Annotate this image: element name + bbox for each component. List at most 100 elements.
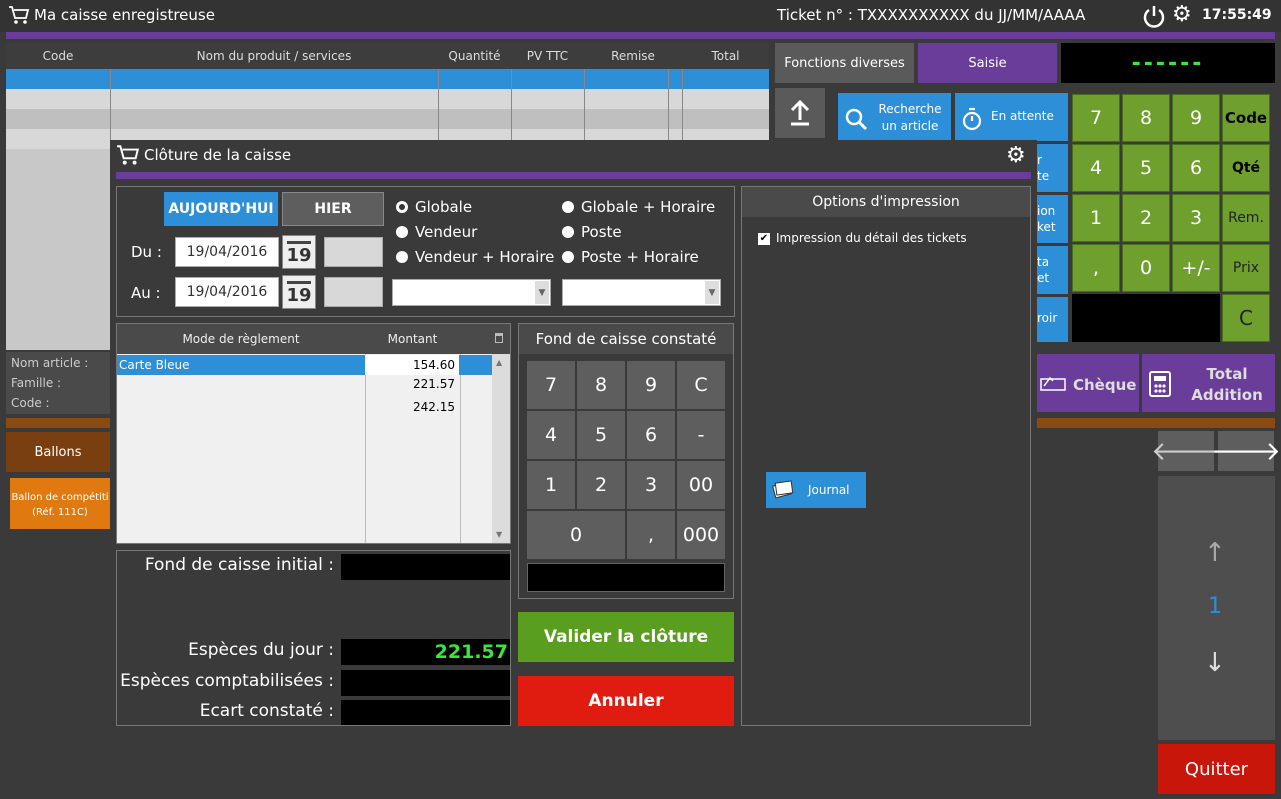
side-button-1[interactable]: r te [1037,144,1068,192]
au-date-input[interactable]: 19/04/2016 [175,277,279,307]
scroll-up-icon[interactable]: ▲ [496,358,502,367]
radio-vendeur[interactable]: Vendeur [396,223,477,241]
fkey-5[interactable]: 5 [577,411,625,459]
product-tile[interactable]: Ballon de compétiti (Réf. 111C) [10,478,110,529]
quit-button[interactable]: Quitter [1158,744,1275,794]
key-4[interactable]: 4 [1072,144,1120,192]
app-title: Ma caisse enregistreuse [34,6,215,24]
cheque-button[interactable]: Chèque [1037,354,1139,412]
fkey-00[interactable]: 00 [677,461,725,509]
tab-saisie[interactable]: Saisie [918,43,1057,83]
fkey-0[interactable]: 0 [527,511,625,559]
cloture-dialog: Clôture de la caisse ⚙ AUJOURD'HUI HIER … [110,140,1037,737]
en-attente-button[interactable]: En attente [955,93,1068,141]
key-7[interactable]: 7 [1072,94,1120,142]
journal-button[interactable]: Journal [766,472,866,508]
info-nom: Nom article : [11,356,89,370]
arrow-up-icon[interactable]: ↑ [1204,538,1226,568]
key-9[interactable]: 9 [1172,94,1220,142]
power-icon[interactable] [1142,4,1166,28]
key-prix[interactable]: Prix [1222,244,1270,292]
article-info: Nom article : Famille : Code : [6,352,110,414]
fkey-9[interactable]: 9 [627,361,675,409]
key-comma[interactable]: , [1072,244,1120,292]
side-button-3[interactable]: ta et [1037,246,1068,294]
list-item-selected[interactable]: Carte Bleue 154.60 [117,355,492,375]
col-pvttc: PV TTC [526,49,569,63]
key-1[interactable]: 1 [1072,194,1120,242]
key-0[interactable]: 0 [1122,244,1170,292]
radio-label: Globale [415,198,473,216]
scroll-down-icon[interactable]: ▼ [496,530,502,539]
search-article-button[interactable]: Recherche un article [838,93,951,141]
fkey-000[interactable]: 000 [677,511,725,559]
radio-poste[interactable]: Poste [562,223,622,241]
fkey-1[interactable]: 1 [527,461,575,509]
fond-display [527,563,725,592]
side-button-4[interactable]: roir [1037,297,1068,342]
cheque-label: Chèque [1073,376,1137,394]
key-8[interactable]: 8 [1122,94,1170,142]
key-plusminus[interactable]: +/- [1172,244,1220,292]
du-time-input[interactable] [324,237,383,267]
table-row-selected[interactable] [6,69,769,89]
fkey-7[interactable]: 7 [527,361,575,409]
category-ballons[interactable]: Ballons [6,432,110,472]
vendeur-select[interactable]: ▼ [392,279,551,306]
radio-vendeur-horaire[interactable]: Vendeur + Horaire [396,248,554,266]
calendar-icon[interactable]: 19 [282,235,316,269]
settings-icon[interactable]: ⚙ [1006,143,1026,168]
print-detail-checkbox[interactable]: ✔ [758,233,770,245]
arrow-left-button[interactable]: 🡐 [1151,431,1221,471]
key-qte[interactable]: Qté [1222,144,1270,192]
tab-fonctions-diverses[interactable]: Fonctions diverses [775,43,914,83]
fkey-3[interactable]: 3 [627,461,675,509]
radio-label: Globale + Horaire [581,198,716,216]
settings-icon[interactable]: ⚙ [1172,2,1192,27]
poste-select[interactable]: ▼ [562,279,721,306]
product-ref: (Réf. 111C) [32,507,88,518]
radio-poste-horaire[interactable]: Poste + Horaire [562,248,699,266]
du-label: Du : [131,243,162,261]
yesterday-button[interactable]: HIER [282,192,384,226]
key-clear[interactable]: C [1222,294,1270,342]
table-row[interactable] [6,89,769,109]
total-addition-button[interactable]: Total Addition [1142,354,1275,412]
fkey-comma[interactable]: , [627,511,675,559]
scrollbar[interactable]: ▲ ▼ [492,354,510,543]
key-6[interactable]: 6 [1172,144,1220,192]
chevron-down-icon: ▼ [705,281,719,304]
today-button[interactable]: AUJOURD'HUI [164,192,278,226]
arrow-down-icon[interactable]: ↓ [1204,648,1226,678]
key-code[interactable]: Code [1222,94,1270,142]
key-3[interactable]: 3 [1172,194,1220,242]
upload-icon [790,100,810,126]
payment-list[interactable]: Mode de règlement Montant Carte Bleue 15… [116,323,511,544]
radio-globale-horaire[interactable]: Globale + Horaire [562,198,715,216]
print-options-panel: Options d'impression ✔ Impression du dét… [741,186,1031,726]
annuler-button[interactable]: Annuler [518,676,734,726]
page-number: 1 [1208,594,1222,619]
radio-dot [562,201,574,213]
fond-title: Fond de caisse constaté [519,324,733,354]
au-time-input[interactable] [324,277,383,307]
valider-cloture-button[interactable]: Valider la clôture [518,612,734,662]
table-row[interactable] [6,109,769,129]
fkey-6[interactable]: 6 [627,411,675,459]
key-2[interactable]: 2 [1122,194,1170,242]
fkey-minus[interactable]: - [677,411,725,459]
fkey-4[interactable]: 4 [527,411,575,459]
arrow-right-button[interactable]: 🡒 [1211,431,1281,471]
key-remise[interactable]: Rem. [1222,194,1270,242]
calculator-icon [1149,371,1171,397]
calendar-icon[interactable]: 19 [282,275,316,309]
du-date-input[interactable]: 19/04/2016 [175,237,279,267]
fkey-8[interactable]: 8 [577,361,625,409]
column-chooser-icon[interactable] [495,333,503,343]
key-5[interactable]: 5 [1122,144,1170,192]
upload-button[interactable] [775,88,825,138]
side-button-2[interactable]: ion ket [1037,195,1068,243]
radio-globale[interactable]: Globale [396,198,472,216]
fkey-2[interactable]: 2 [577,461,625,509]
fkey-clear[interactable]: C [677,361,725,409]
